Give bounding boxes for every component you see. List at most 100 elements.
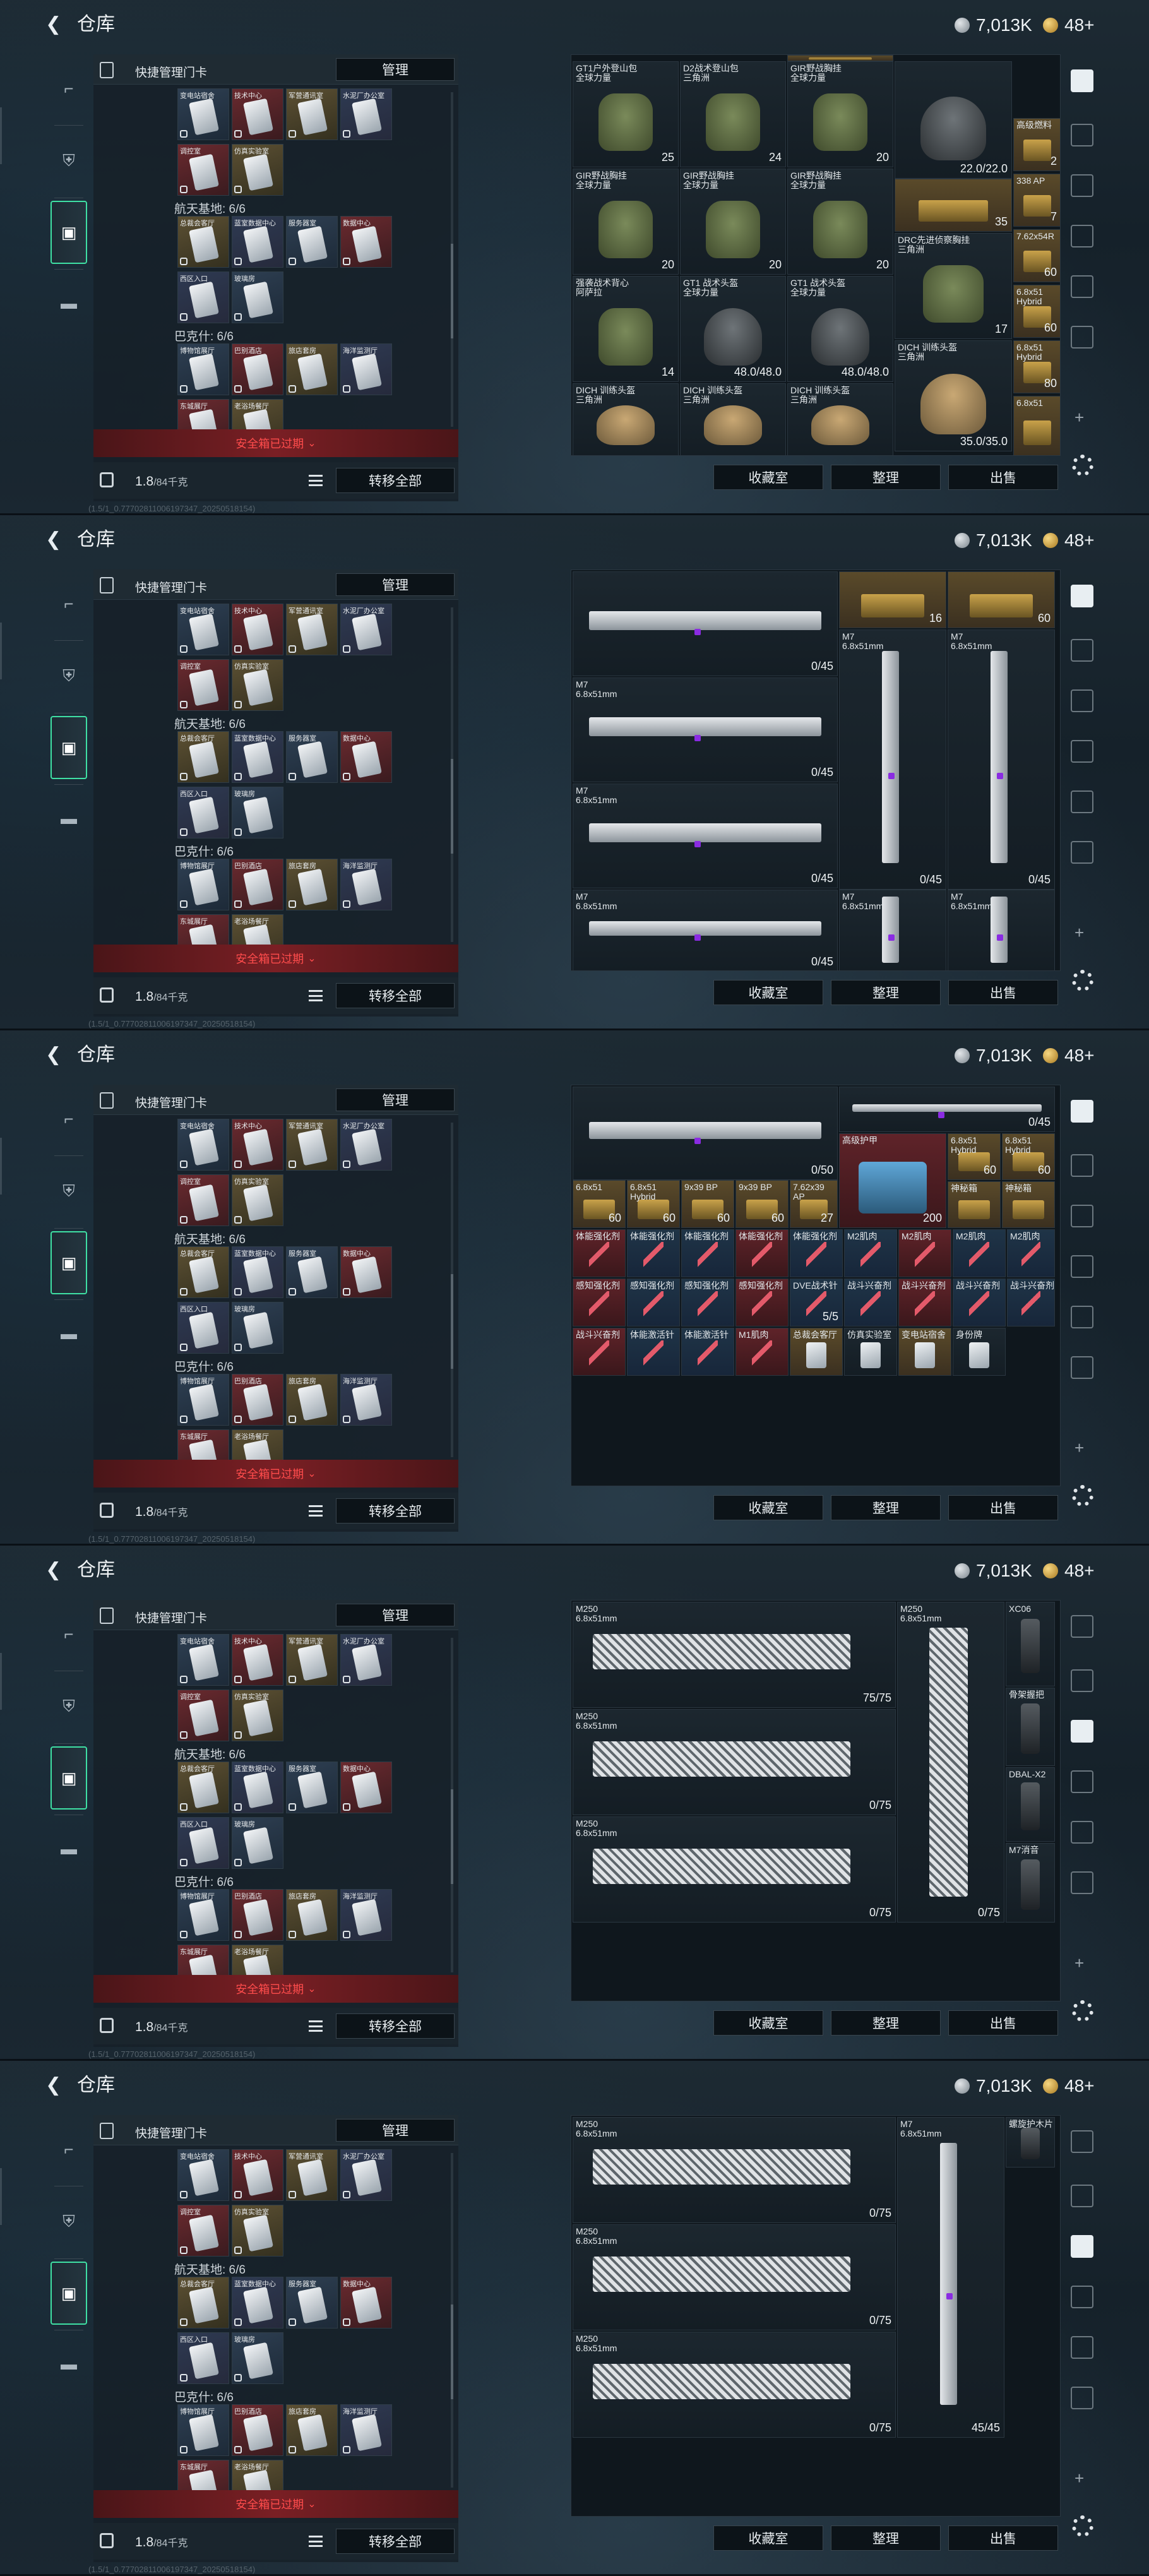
keycard-slot[interactable]: 总裁会客厅 [177, 1246, 229, 1298]
item-slot[interactable]: 6.8x51 Hybrid 80 [1013, 340, 1060, 393]
keycard-slot[interactable]: 东城展厅 [177, 2460, 229, 2490]
keycard-slot[interactable]: 总裁会客厅 [177, 2277, 229, 2329]
storage-tab-icon[interactable] [1071, 740, 1093, 763]
gold-balance[interactable]: 48+ [1043, 1046, 1095, 1066]
add-tab-icon[interactable]: + [1075, 1438, 1084, 1458]
keycard-slot[interactable]: 技术中心 [232, 1634, 283, 1686]
item-slot[interactable]: 0/45 [839, 1087, 1055, 1132]
item-slot[interactable]: 6.8x51 [1013, 396, 1060, 455]
back-arrow-icon[interactable]: ❮ [45, 1559, 62, 1581]
settings-gear-icon[interactable] [1072, 1485, 1093, 1506]
lock-icon[interactable] [100, 472, 114, 487]
item-slot[interactable]: 22.0/22.0 [895, 61, 1012, 179]
storage-tab-icon[interactable] [1071, 2185, 1093, 2207]
keycard-slot[interactable]: 水泥厂办公室 [340, 2149, 392, 2201]
scrollbar[interactable] [451, 1638, 453, 1972]
keycard-slot[interactable]: 调控室 [177, 659, 229, 711]
keycard-slot[interactable]: 旅店套房 [286, 343, 338, 395]
item-slot[interactable]: 7.62x54R 60 [1013, 229, 1060, 282]
item-slot[interactable]: M250 6.8x51mm 0/75 [573, 1709, 896, 1815]
keycard-tab-icon[interactable]: ▣ [51, 1231, 87, 1294]
item-slot[interactable]: 338 AP 7 [1013, 174, 1060, 227]
keycard-slot[interactable]: 老浴场餐厅 [232, 399, 283, 429]
item-slot[interactable]: 战斗兴奋剂 [898, 1279, 951, 1327]
keycard-list[interactable]: 变电站宿舍 技术中心 军营通讯室 水泥厂办公室 调控室 仿真实验室 航天基地: 6/6 总裁会… [93, 1119, 458, 1460]
storage-tab-icon[interactable] [1071, 326, 1093, 349]
keycard-slot[interactable]: 巴别酒店 [232, 1889, 283, 1941]
case-icon[interactable]: ▬ [51, 1817, 87, 1880]
keycard-slot[interactable]: 海洋监测厅 [340, 1889, 392, 1941]
item-slot[interactable]: 仿真实验室 [844, 1328, 897, 1376]
item-slot[interactable]: DICH 训练头盔 三角洲 [680, 383, 786, 455]
keycard-slot[interactable]: 博物馆展厅 [177, 343, 229, 395]
item-slot[interactable]: M7 6.8x51mm [948, 890, 1055, 970]
storage-tab-icon[interactable] [1071, 69, 1093, 92]
list-icon[interactable] [309, 475, 323, 486]
collection-room-button[interactable]: 收藏室 [713, 1495, 823, 1520]
keycard-slot[interactable]: 老浴场餐厅 [232, 1429, 283, 1460]
gold-balance[interactable]: 48+ [1043, 2076, 1095, 2096]
item-slot[interactable]: DICH 训练头盔 三角洲 35.0/35.0 [895, 340, 1012, 451]
add-tab-icon[interactable]: + [1075, 408, 1084, 427]
back-arrow-icon[interactable]: ❮ [45, 529, 62, 551]
keycard-slot[interactable]: 巴别酒店 [232, 2404, 283, 2456]
keycard-slot[interactable]: 军营通讯室 [286, 604, 338, 655]
keycard-slot[interactable]: 旅店套房 [286, 859, 338, 910]
item-slot[interactable]: DICH 训练头盔 三角洲 [573, 383, 679, 455]
storage-tab-icon[interactable] [1071, 1770, 1093, 1793]
settings-gear-icon[interactable] [1072, 970, 1093, 991]
scrollbar[interactable] [451, 607, 453, 942]
storage-tab-icon[interactable] [1071, 2286, 1093, 2308]
case-icon[interactable]: ▬ [51, 271, 87, 335]
sort-button[interactable]: 整理 [831, 465, 941, 490]
keycard-slot[interactable]: 总裁会客厅 [177, 216, 229, 268]
storage-tab-icon[interactable] [1071, 275, 1093, 298]
keycard-slot[interactable]: 玻璃房 [232, 2332, 283, 2384]
item-slot[interactable]: 体能强化剂 [790, 1229, 843, 1277]
armor-icon[interactable]: ⛨ [51, 1675, 87, 1738]
keycard-slot[interactable]: 博物馆展厅 [177, 1889, 229, 1941]
item-slot[interactable]: 战斗兴奋剂 [1007, 1279, 1055, 1327]
item-slot[interactable]: DBAL-X2 [1006, 1767, 1055, 1842]
pistol-icon[interactable]: ⌐ [51, 2118, 87, 2181]
storage-tab-icon[interactable] [1071, 689, 1093, 712]
item-slot[interactable]: DVE战术针 5/5 [790, 1279, 843, 1327]
sell-button[interactable]: 出售 [948, 1495, 1058, 1520]
item-slot[interactable]: 感知强化剂 [573, 1279, 626, 1327]
case-icon[interactable]: ▬ [51, 787, 87, 850]
storage-tab-icon[interactable] [1071, 1356, 1093, 1379]
storage-tab-icon[interactable] [1071, 1154, 1093, 1177]
lock-icon[interactable] [100, 987, 114, 1003]
lock-icon[interactable] [100, 2533, 114, 2548]
item-slot[interactable]: M250 6.8x51mm 0/75 [573, 2224, 896, 2330]
item-slot[interactable]: M7 6.8x51mm 0/45 [839, 629, 946, 890]
item-slot[interactable]: GIR野战胸挂 全球力量 20 [787, 169, 893, 275]
safe-box-expired-banner[interactable]: 安全箱已过期 ⌄ [93, 1975, 458, 2003]
transfer-all-button[interactable]: 转移全部 [336, 2529, 455, 2554]
item-slot[interactable]: M2肌肉 [953, 1229, 1006, 1277]
manage-button[interactable]: 管理 [336, 2119, 455, 2142]
keycard-slot[interactable]: 蓝室数据中心 [232, 2277, 283, 2329]
item-slot[interactable]: 体能强化剂 [627, 1229, 680, 1277]
keycard-slot[interactable]: 东城展厅 [177, 399, 229, 429]
back-arrow-icon[interactable]: ❮ [45, 14, 62, 35]
item-slot[interactable]: 体能激活针 [627, 1328, 680, 1376]
keycard-tab-icon[interactable]: ▣ [51, 716, 87, 779]
manage-button[interactable]: 管理 [336, 58, 455, 81]
item-slot[interactable]: GT1 战术头盔 全球力量 48.0/48.0 [787, 276, 893, 382]
settings-gear-icon[interactable] [1072, 455, 1093, 476]
armor-icon[interactable]: ⛨ [51, 129, 87, 193]
sell-button[interactable]: 出售 [948, 980, 1058, 1005]
storage-tab-icon[interactable] [1071, 1306, 1093, 1328]
item-slot[interactable]: 体能激活针 [681, 1328, 734, 1376]
item-slot[interactable]: 神秘箱 [1002, 1181, 1055, 1228]
keycard-slot[interactable]: 仿真实验室 [232, 1174, 283, 1226]
item-slot[interactable]: M1肌肉 [735, 1328, 789, 1376]
item-slot[interactable]: M250 6.8x51mm 0/75 [573, 1816, 896, 1923]
item-slot[interactable]: M2肌肉 [898, 1229, 951, 1277]
item-slot[interactable]: 6.8x51 Hybrid 60 [948, 1133, 1001, 1180]
add-tab-icon[interactable]: + [1075, 923, 1084, 943]
item-slot[interactable]: 身份牌 [953, 1328, 1006, 1376]
storage-tab-icon[interactable] [1071, 639, 1093, 662]
keycard-tab-icon[interactable]: ▣ [51, 201, 87, 264]
